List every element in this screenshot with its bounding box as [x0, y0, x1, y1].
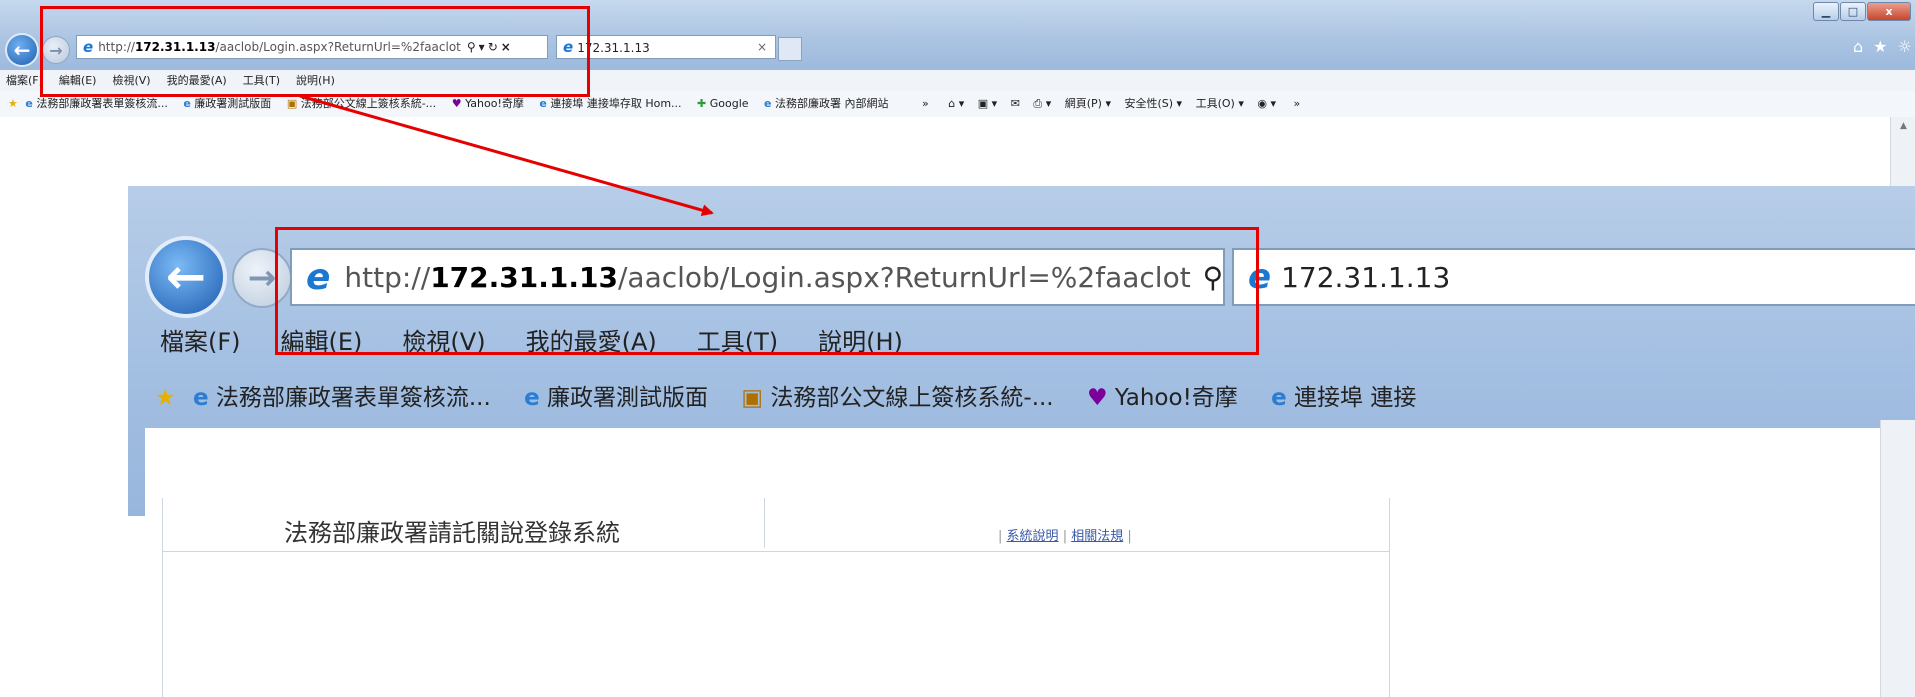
image-icon: ▣: [741, 385, 764, 411]
divider: [764, 498, 765, 548]
fav-item[interactable]: e 法務部廉政署 內部網站: [764, 97, 888, 110]
highlight-box-small: [40, 6, 590, 97]
back-button[interactable]: ←: [5, 33, 39, 67]
chevron-right-icon[interactable]: »: [922, 97, 929, 110]
system-help-link[interactable]: 系統說明: [1007, 529, 1059, 544]
zoom-tab: e 172.31.1.13: [1232, 248, 1915, 306]
ie-page-icon: e: [192, 385, 209, 411]
link-separator: |: [1062, 529, 1068, 544]
page-menu-label: 網頁(P): [1064, 97, 1102, 110]
fav-item[interactable]: ▣ 法務部公文線上簽核系統-...: [287, 97, 436, 110]
fav-label: Yahoo!奇摩: [465, 97, 524, 110]
tab-close-icon[interactable]: ×: [757, 36, 767, 58]
divider: [1389, 498, 1390, 697]
print-icon[interactable]: ⎙ ▾: [1033, 97, 1051, 110]
help-icon[interactable]: ◉ ▾: [1257, 97, 1276, 110]
highlight-box-zoom: [275, 227, 1259, 355]
fav-item: ♥ Yahoo!奇摩: [1087, 385, 1238, 411]
home-icon[interactable]: ⌂ ▾: [948, 97, 964, 110]
back-arrow-icon: ←: [13, 38, 31, 62]
fav-label: 廉政署測試版面: [547, 385, 709, 411]
mail-icon[interactable]: ✉: [1011, 97, 1020, 110]
tab-title: 172.31.1.13: [1281, 260, 1451, 294]
safety-menu-label: 安全性(S): [1124, 97, 1174, 110]
fav-label: Google: [709, 97, 749, 110]
fav-label: 法務部公文線上簽核系統-...: [300, 97, 437, 110]
fav-item: e 法務部廉政署表單簽核流...: [193, 385, 491, 411]
minimize-button[interactable]: ▁: [1813, 2, 1839, 21]
menu-file: 檔案(F): [160, 328, 241, 356]
zoom-back-button: ←: [145, 236, 227, 318]
link-separator: |: [1127, 529, 1132, 544]
feeds-icon[interactable]: ▣ ▾: [978, 97, 997, 110]
browser-toolbar-icons: ⌂★☼: [1853, 37, 1915, 56]
divider: [162, 551, 1390, 552]
maximize-button[interactable]: □: [1840, 2, 1866, 21]
forward-arrow-icon: →: [247, 258, 277, 298]
tools-menu-label: 工具(O): [1195, 97, 1235, 110]
ie-page-icon: e: [25, 97, 33, 110]
fav-label: 廉政署測試版面: [194, 97, 272, 110]
fav-label: Yahoo!奇摩: [1114, 385, 1238, 411]
new-tab-button[interactable]: [778, 37, 802, 61]
tools-menu[interactable]: 工具(O) ▾: [1196, 97, 1244, 110]
fav-item[interactable]: e 連接埠 連接埠存取 Hom...: [539, 97, 681, 110]
fav-label: 連接埠 連接: [1294, 385, 1417, 411]
safety-menu[interactable]: 安全性(S) ▾: [1124, 97, 1182, 110]
link-separator: |: [998, 529, 1003, 544]
favorites-star-icon: ★: [155, 385, 176, 411]
zoom-favorites-bar: ★ e 法務部廉政署表單簽核流... e 廉政署測試版面 ▣ 法務部公文線上簽核…: [155, 376, 1915, 420]
back-arrow-icon: ←: [165, 249, 207, 305]
scroll-up-icon[interactable]: ▲: [1891, 117, 1915, 131]
site-title: 法務部廉政署請託關說登錄系統: [284, 519, 620, 547]
zoom-scrollbar: [1880, 420, 1915, 697]
ie-page-icon: e: [1271, 385, 1287, 411]
ie-page-icon: e: [183, 97, 191, 110]
divider: [162, 498, 163, 697]
zoom-page-content: [145, 428, 1915, 697]
ie-page-icon: e: [539, 97, 547, 110]
google-icon: ✚: [697, 97, 707, 110]
fav-label: 法務部廉政署 內部網站: [775, 97, 889, 110]
menu-file[interactable]: 檔案(F): [6, 74, 43, 87]
ie-page-icon: e: [524, 385, 540, 411]
chevron-right-icon[interactable]: »: [1294, 97, 1301, 110]
close-button[interactable]: x: [1867, 2, 1911, 21]
fav-item: e 廉政署測試版面: [524, 385, 708, 411]
fav-item: e 連接埠 連接: [1271, 385, 1416, 411]
ie-page-icon: e: [764, 97, 772, 110]
fav-item[interactable]: ✚ Google: [697, 97, 749, 110]
gear-icon[interactable]: ☼: [1898, 37, 1915, 56]
favorites-icon[interactable]: ★: [1873, 37, 1897, 56]
fav-label: 法務部廉政署表單簽核流...: [215, 385, 491, 411]
yahoo-icon: ♥: [1086, 385, 1108, 411]
fav-item[interactable]: e 廉政署測試版面: [183, 97, 271, 110]
page-menu[interactable]: 網頁(P) ▾: [1065, 97, 1111, 110]
site-links: | 系統說明 | 相關法規 |: [998, 525, 1132, 544]
fav-label: 連接埠 連接埠存取 Hom...: [550, 97, 682, 110]
home-icon[interactable]: ⌂: [1853, 37, 1873, 56]
related-laws-link[interactable]: 相關法規: [1071, 529, 1123, 544]
image-icon: ▣: [286, 97, 298, 110]
fav-item: ▣ 法務部公文線上簽核系統-...: [741, 385, 1053, 411]
fav-label: 法務部公文線上簽核系統-...: [770, 385, 1054, 411]
favorites-star-icon[interactable]: ★: [8, 97, 18, 110]
yahoo-icon: ♥: [451, 97, 462, 110]
fav-item[interactable]: ♥ Yahoo!奇摩: [452, 97, 524, 110]
fav-item[interactable]: e 法務部廉政署表單簽核流...: [25, 97, 167, 110]
fav-label: 法務部廉政署表單簽核流...: [36, 97, 168, 110]
